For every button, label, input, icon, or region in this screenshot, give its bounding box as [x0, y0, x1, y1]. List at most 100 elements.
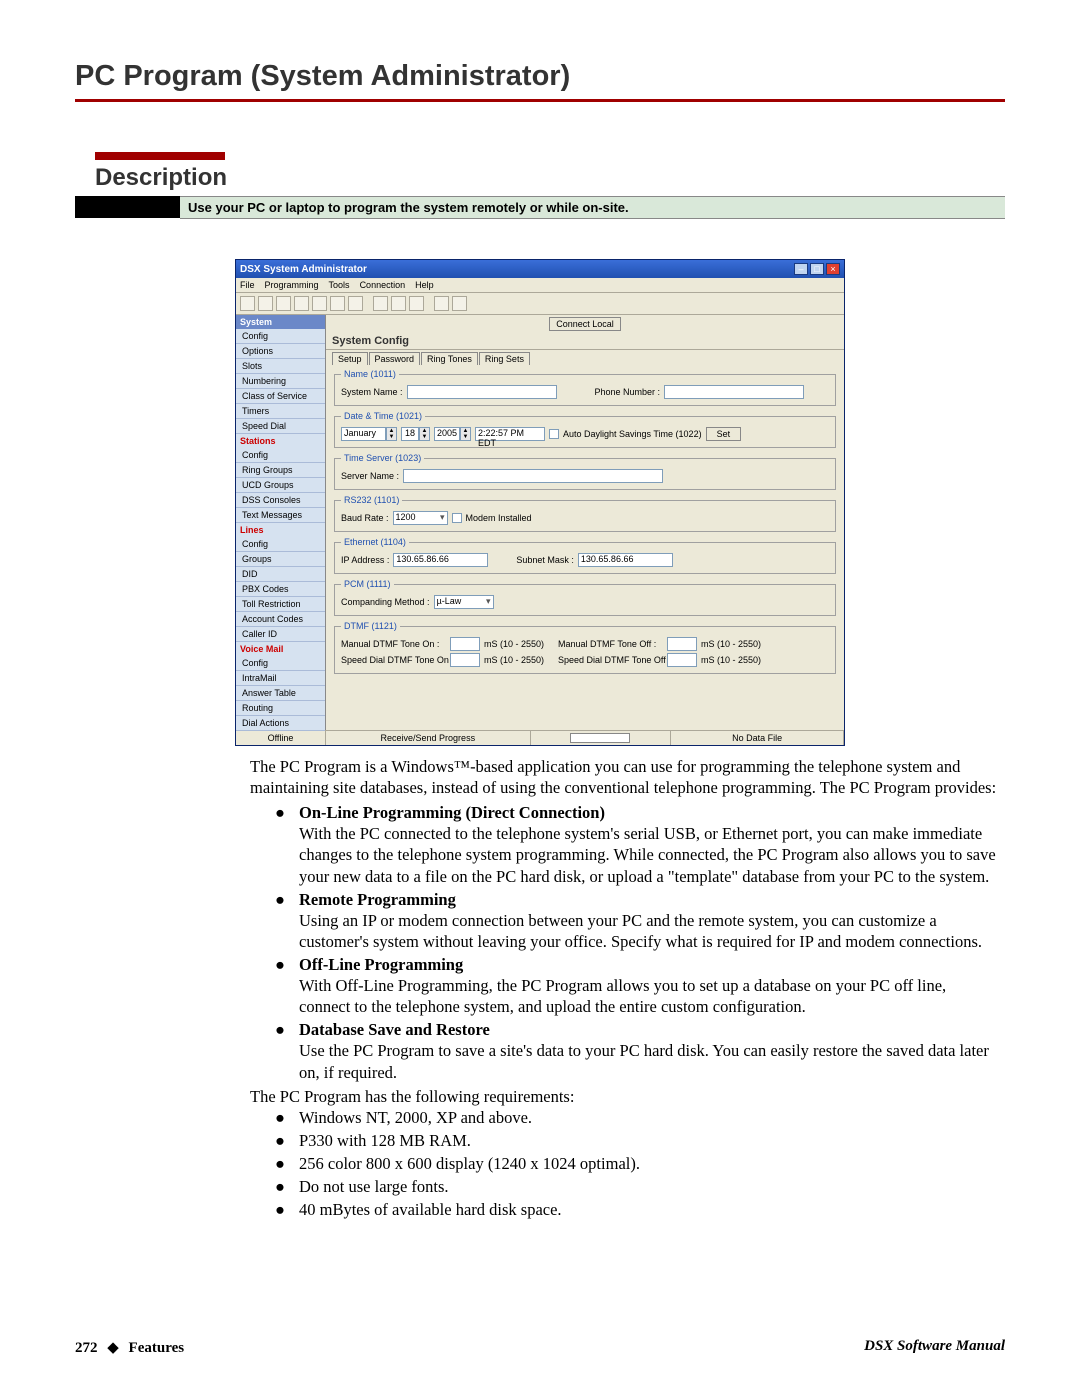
- tree-item[interactable]: Answer Table: [236, 686, 325, 701]
- toolbar-icon[interactable]: [373, 296, 388, 311]
- modem-label: Modem Installed: [466, 513, 532, 523]
- tree-header-lines[interactable]: Lines: [236, 523, 325, 537]
- toolbar: [236, 293, 844, 315]
- group-datetime: Date & Time (1021) January▲▼ 18▲▼ 2005▲▼…: [334, 411, 836, 448]
- tree-item[interactable]: Config: [236, 537, 325, 552]
- tree-item[interactable]: Config: [236, 329, 325, 344]
- tree-header-stations[interactable]: Stations: [236, 434, 325, 448]
- tree-item[interactable]: Class of Service: [236, 389, 325, 404]
- menu-file[interactable]: File: [240, 280, 255, 290]
- tree-item[interactable]: DSS Consoles: [236, 493, 325, 508]
- auto-dst-checkbox[interactable]: [549, 429, 559, 439]
- tree-item[interactable]: Routing: [236, 701, 325, 716]
- tree-item[interactable]: Caller ID: [236, 627, 325, 642]
- tree-item[interactable]: Groups: [236, 552, 325, 567]
- menu-tools[interactable]: Tools: [329, 280, 350, 290]
- tree-item[interactable]: PBX Codes: [236, 582, 325, 597]
- tree-item[interactable]: Dial Actions: [236, 716, 325, 731]
- companding-select[interactable]: µ-Law: [434, 595, 494, 609]
- tree-item[interactable]: Text Messages: [236, 508, 325, 523]
- tree-item[interactable]: Account Codes: [236, 612, 325, 627]
- app-window: DSX System Administrator – □ × File Prog…: [235, 259, 845, 746]
- tree-item[interactable]: UCD Groups: [236, 478, 325, 493]
- modem-checkbox[interactable]: [452, 513, 462, 523]
- day-spinner[interactable]: 18▲▼: [401, 427, 430, 441]
- titlebar[interactable]: DSX System Administrator – □ ×: [236, 260, 844, 278]
- system-name-input[interactable]: [407, 385, 557, 399]
- baud-rate-label: Baud Rate :: [341, 513, 389, 523]
- tree-item[interactable]: Options: [236, 344, 325, 359]
- tree-item[interactable]: DID: [236, 567, 325, 582]
- intro-paragraph: The PC Program is a Windows™-based appli…: [250, 756, 1000, 798]
- tab-ringtones[interactable]: Ring Tones: [421, 352, 478, 365]
- nav-tree: System Config Options Slots Numbering Cl…: [236, 315, 326, 730]
- tree-header-voicemail[interactable]: Voice Mail: [236, 642, 325, 656]
- menu-help[interactable]: Help: [415, 280, 434, 290]
- toolbar-icon[interactable]: [348, 296, 363, 311]
- connect-local-button[interactable]: Connect Local: [549, 317, 621, 331]
- tree-item[interactable]: Config: [236, 656, 325, 671]
- baud-rate-select[interactable]: 1200: [393, 511, 448, 525]
- menu-connection[interactable]: Connection: [360, 280, 406, 290]
- page-footer: 272 ◆ Features DSX Software Manual: [75, 1338, 1005, 1357]
- toolbar-icon[interactable]: [391, 296, 406, 311]
- speed-off-label: Speed Dial DTMF Tone Off :: [558, 655, 663, 665]
- toolbar-icon[interactable]: [240, 296, 255, 311]
- tree-item[interactable]: IntraMail: [236, 671, 325, 686]
- manual-off-input[interactable]: [667, 637, 697, 651]
- phone-number-input[interactable]: [664, 385, 804, 399]
- tree-item[interactable]: Slots: [236, 359, 325, 374]
- speed-off-input[interactable]: [667, 653, 697, 667]
- subnet-mask-input[interactable]: 130.65.86.66: [578, 553, 673, 567]
- status-nodata: No Data File: [671, 731, 844, 745]
- feature-bullets: ●On-Line Programming (Direct Connection)…: [275, 802, 1000, 1082]
- toolbar-icon[interactable]: [434, 296, 449, 311]
- status-offline: Offline: [236, 731, 326, 745]
- toolbar-icon[interactable]: [258, 296, 273, 311]
- set-button[interactable]: Set: [706, 427, 742, 441]
- page-number: 272: [75, 1340, 98, 1356]
- toolbar-icon[interactable]: [452, 296, 467, 311]
- settings-panel: Name (1011) System Name : Phone Number :…: [326, 365, 844, 730]
- footer-section: Features: [129, 1340, 185, 1356]
- close-button[interactable]: ×: [826, 263, 840, 275]
- footer-diamond: ◆: [107, 1340, 119, 1356]
- tree-header-system[interactable]: System: [236, 315, 325, 329]
- menubar: File Programming Tools Connection Help: [236, 278, 844, 293]
- minimize-button[interactable]: –: [794, 263, 808, 275]
- tree-item[interactable]: Toll Restriction: [236, 597, 325, 612]
- tab-ringsets[interactable]: Ring Sets: [479, 352, 530, 365]
- tab-password[interactable]: Password: [369, 352, 421, 365]
- group-ethernet: Ethernet (1104) IP Address : 130.65.86.6…: [334, 537, 836, 574]
- toolbar-icon[interactable]: [409, 296, 424, 311]
- ip-address-label: IP Address :: [341, 555, 389, 565]
- group-dtmf: DTMF (1121) Manual DTMF Tone On : mS (10…: [334, 621, 836, 674]
- manual-off-label: Manual DTMF Tone Off :: [558, 639, 663, 649]
- menu-programming[interactable]: Programming: [265, 280, 319, 290]
- tree-item[interactable]: Config: [236, 448, 325, 463]
- intro-highlight: Use your PC or laptop to program the sys…: [180, 196, 1005, 219]
- toolbar-icon[interactable]: [312, 296, 327, 311]
- tree-item[interactable]: Timers: [236, 404, 325, 419]
- tab-setup[interactable]: Setup: [332, 352, 368, 365]
- tree-item[interactable]: Speed Dial: [236, 419, 325, 434]
- footer-manual: DSX Software Manual: [864, 1338, 1005, 1357]
- toolbar-icon[interactable]: [294, 296, 309, 311]
- maximize-button[interactable]: □: [810, 263, 824, 275]
- phone-number-label: Phone Number :: [595, 387, 661, 397]
- tree-item[interactable]: Numbering: [236, 374, 325, 389]
- toolbar-icon[interactable]: [330, 296, 345, 311]
- tree-item[interactable]: Ring Groups: [236, 463, 325, 478]
- speed-on-input[interactable]: [450, 653, 480, 667]
- window-title: DSX System Administrator: [240, 264, 794, 275]
- subnet-mask-label: Subnet Mask :: [516, 555, 574, 565]
- title-rule: [75, 99, 1005, 102]
- manual-on-input[interactable]: [450, 637, 480, 651]
- toolbar-icon[interactable]: [276, 296, 291, 311]
- month-spinner[interactable]: January▲▼: [341, 427, 397, 441]
- ip-address-input[interactable]: 130.65.86.66: [393, 553, 488, 567]
- year-spinner[interactable]: 2005▲▼: [434, 427, 471, 441]
- server-name-input[interactable]: [403, 469, 663, 483]
- section-title: Description: [95, 164, 1005, 192]
- page-title: PC Program (System Administrator): [75, 60, 1005, 93]
